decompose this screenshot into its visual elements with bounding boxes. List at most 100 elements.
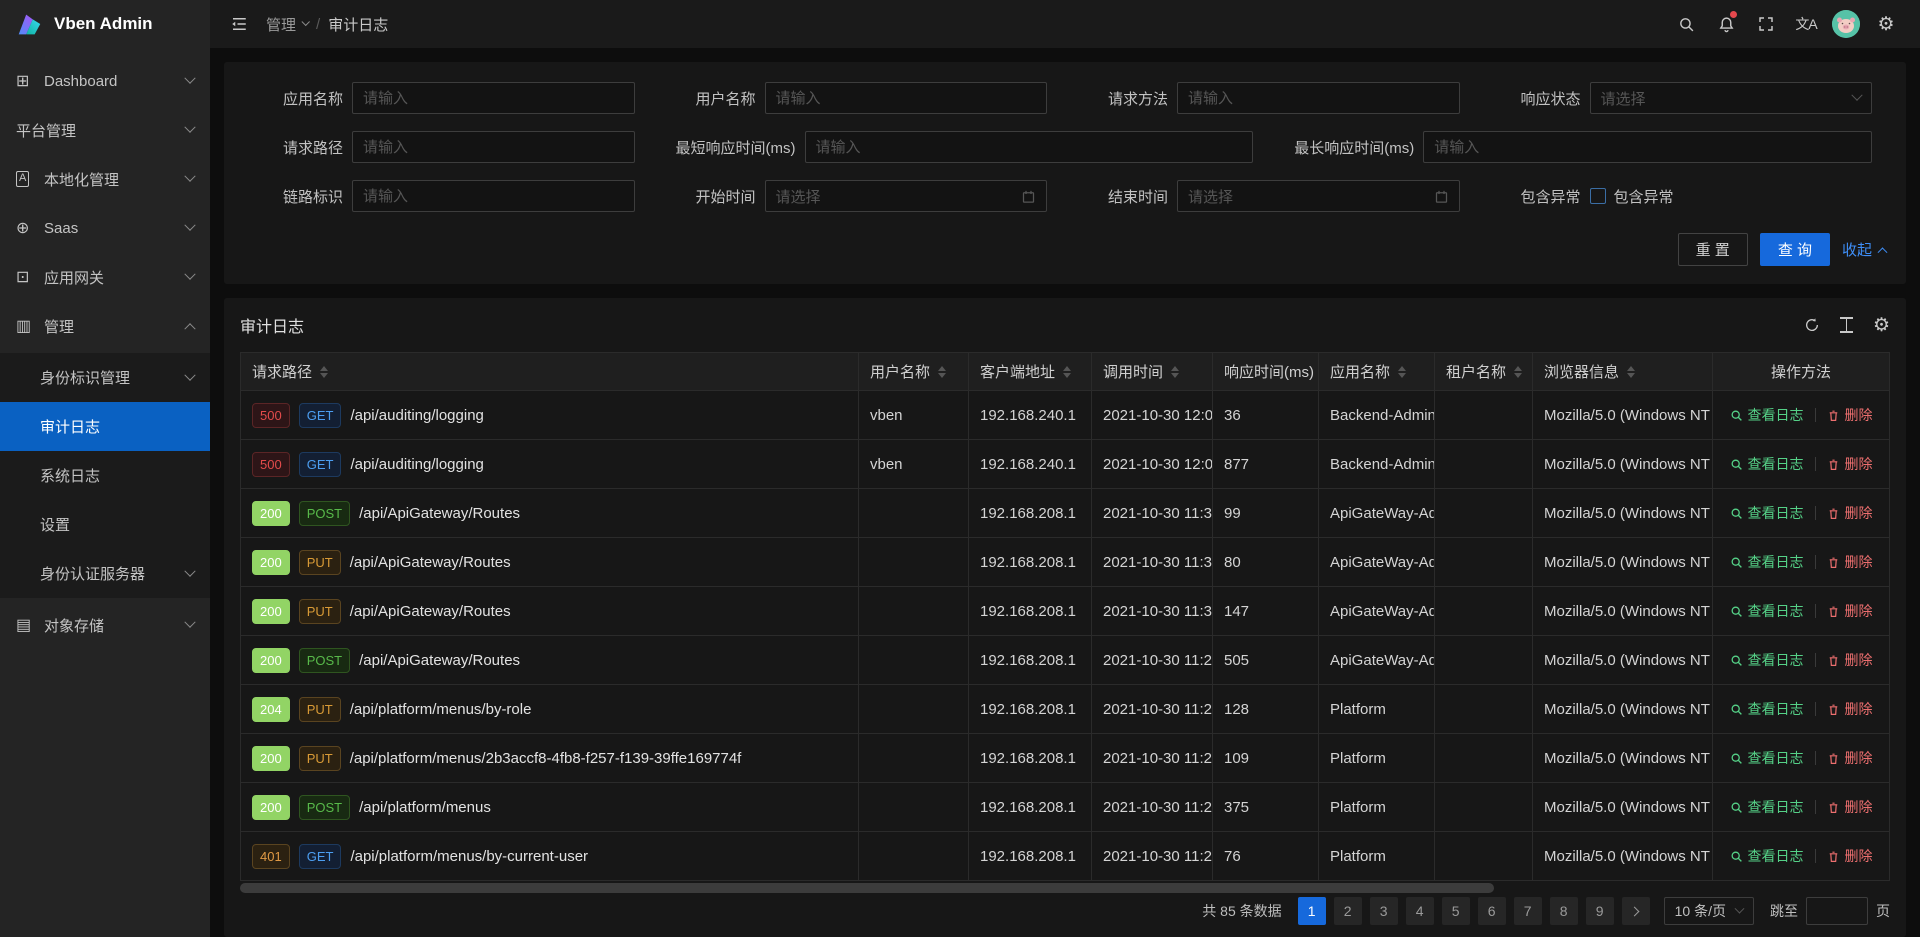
collapse-link[interactable]: 收起 [1842, 239, 1886, 260]
column-header[interactable]: 应用名称 [1319, 353, 1435, 391]
sidebar-submenu-item[interactable]: 设置 [0, 500, 210, 549]
delete-button[interactable]: 删除 [1827, 503, 1873, 523]
view-log-button[interactable]: 查看日志 [1730, 846, 1804, 866]
sidebar-menu-item[interactable]: 应用网关 [0, 255, 210, 299]
column-header[interactable]: 响应时间(ms) [1213, 353, 1319, 391]
page-button[interactable]: 9 [1586, 897, 1614, 925]
refresh-icon[interactable] [1804, 317, 1820, 333]
view-log-button[interactable]: 查看日志 [1730, 552, 1804, 572]
app-name-cell: ApiGateWay-Admin [1319, 489, 1435, 538]
menu-fold-icon[interactable] [224, 9, 254, 39]
sidebar-menu-item[interactable]: 管理 [0, 304, 210, 348]
column-settings-icon[interactable]: ⚙ [1873, 316, 1890, 335]
translate-icon[interactable]: 文A [1786, 0, 1826, 48]
browser-info-cell: Mozilla/5.0 (Windows NT 10.0; Win [1533, 832, 1713, 881]
min-response-time-input[interactable] [805, 131, 1254, 163]
magnifier-icon [1730, 507, 1743, 520]
column-header[interactable]: 操作方法 [1713, 353, 1890, 391]
request-path-text: /api/auditing/logging [350, 456, 483, 473]
sort-icon[interactable] [1514, 366, 1522, 378]
sidebar-menu-item[interactable]: 对象存储 [0, 603, 210, 647]
page-button[interactable]: 3 [1370, 897, 1398, 925]
end-time-picker[interactable]: 请选择 [1177, 180, 1460, 212]
sort-icon[interactable] [938, 366, 946, 378]
column-header[interactable]: 调用时间 [1092, 353, 1213, 391]
view-log-button[interactable]: 查看日志 [1730, 454, 1804, 474]
chevron-icon [184, 617, 195, 628]
page-button[interactable]: 5 [1442, 897, 1470, 925]
column-header[interactable]: 租户名称 [1435, 353, 1533, 391]
fullscreen-icon[interactable] [1746, 0, 1786, 48]
request-method-input[interactable] [1177, 82, 1460, 114]
page-button[interactable]: 1 [1298, 897, 1326, 925]
delete-button[interactable]: 删除 [1827, 748, 1873, 768]
settings-icon[interactable]: ⚙ [1866, 0, 1906, 48]
notification-icon[interactable] [1706, 0, 1746, 48]
trace-id-input[interactable] [352, 180, 635, 212]
sidebar-menu-item[interactable]: Dashboard [0, 59, 210, 103]
request-path-cell: 200 PUT /api/ApiGateway/Routes [241, 587, 859, 636]
sidebar-menu-item[interactable]: 本地化管理 [0, 157, 210, 201]
delete-button[interactable]: 删除 [1827, 699, 1873, 719]
magnifier-icon [1730, 605, 1743, 618]
delete-button[interactable]: 删除 [1827, 405, 1873, 425]
horizontal-scrollbar[interactable] [240, 883, 1890, 893]
logo[interactable]: Vben Admin [0, 0, 210, 48]
search-icon[interactable] [1666, 0, 1706, 48]
sidebar-submenu-item[interactable]: 审计日志 [0, 402, 210, 451]
delete-button[interactable]: 删除 [1827, 797, 1873, 817]
delete-button[interactable]: 删除 [1827, 846, 1873, 866]
include-exception-checkbox[interactable] [1590, 188, 1606, 204]
view-log-button[interactable]: 查看日志 [1730, 699, 1804, 719]
browser-info-cell: Mozilla/5.0 (Windows NT 10.0; Win [1533, 734, 1713, 783]
avatar[interactable] [1826, 0, 1866, 48]
page-button[interactable]: 8 [1550, 897, 1578, 925]
column-header[interactable]: 请求路径 [241, 353, 859, 391]
delete-button[interactable]: 删除 [1827, 454, 1873, 474]
max-response-time-input[interactable] [1423, 131, 1872, 163]
page-button[interactable]: 4 [1406, 897, 1434, 925]
main-area: 管理 / 审计日志 [210, 0, 1920, 937]
sort-icon[interactable] [320, 366, 328, 378]
page-button[interactable]: 6 [1478, 897, 1506, 925]
view-log-button[interactable]: 查看日志 [1730, 405, 1804, 425]
response-status-select[interactable]: 请选择 [1590, 82, 1873, 114]
start-time-picker[interactable]: 请选择 [765, 180, 1048, 212]
page-button[interactable]: 2 [1334, 897, 1362, 925]
next-page-button[interactable] [1622, 897, 1650, 925]
delete-button[interactable]: 删除 [1827, 601, 1873, 621]
column-header[interactable]: 浏览器信息 [1533, 353, 1713, 391]
view-log-button[interactable]: 查看日志 [1730, 797, 1804, 817]
sidebar-submenu-item[interactable]: 身份认证服务器 [0, 549, 210, 598]
sidebar-menu-item[interactable]: Saas [0, 206, 210, 250]
sort-icon[interactable] [1627, 366, 1635, 378]
search-button[interactable]: 查 询 [1760, 233, 1830, 266]
view-log-button[interactable]: 查看日志 [1730, 503, 1804, 523]
user-name-input[interactable] [765, 82, 1048, 114]
scrollbar-thumb[interactable] [240, 883, 1494, 893]
sidebar-submenu-item[interactable]: 身份标识管理 [0, 353, 210, 402]
sort-icon[interactable] [1063, 366, 1071, 378]
view-log-button[interactable]: 查看日志 [1730, 601, 1804, 621]
delete-button[interactable]: 删除 [1827, 650, 1873, 670]
request-path-input[interactable] [352, 131, 635, 163]
column-header[interactable]: 客户端地址 [969, 353, 1092, 391]
sidebar-menu-item[interactable]: 平台管理 [0, 108, 210, 152]
view-log-button[interactable]: 查看日志 [1730, 748, 1804, 768]
column-header[interactable]: 用户名称 [859, 353, 969, 391]
browser-info-cell: Mozilla/5.0 (Windows NT 10.0; Win [1533, 783, 1713, 832]
column-header-label: 应用名称 [1330, 361, 1390, 382]
reset-button[interactable]: 重 置 [1678, 233, 1748, 266]
sort-icon[interactable] [1398, 366, 1406, 378]
delete-button[interactable]: 删除 [1827, 552, 1873, 572]
sidebar-submenu-item[interactable]: 系统日志 [0, 451, 210, 500]
jump-page-input[interactable] [1806, 897, 1868, 925]
breadcrumb-parent[interactable]: 管理 [266, 14, 308, 35]
view-log-button[interactable]: 查看日志 [1730, 650, 1804, 670]
sort-icon[interactable] [1171, 366, 1179, 378]
row-height-icon[interactable] [1840, 317, 1853, 333]
trash-icon [1827, 752, 1840, 765]
page-button[interactable]: 7 [1514, 897, 1542, 925]
page-size-select[interactable]: 10 条/页 [1664, 897, 1754, 925]
app-name-input[interactable] [352, 82, 635, 114]
